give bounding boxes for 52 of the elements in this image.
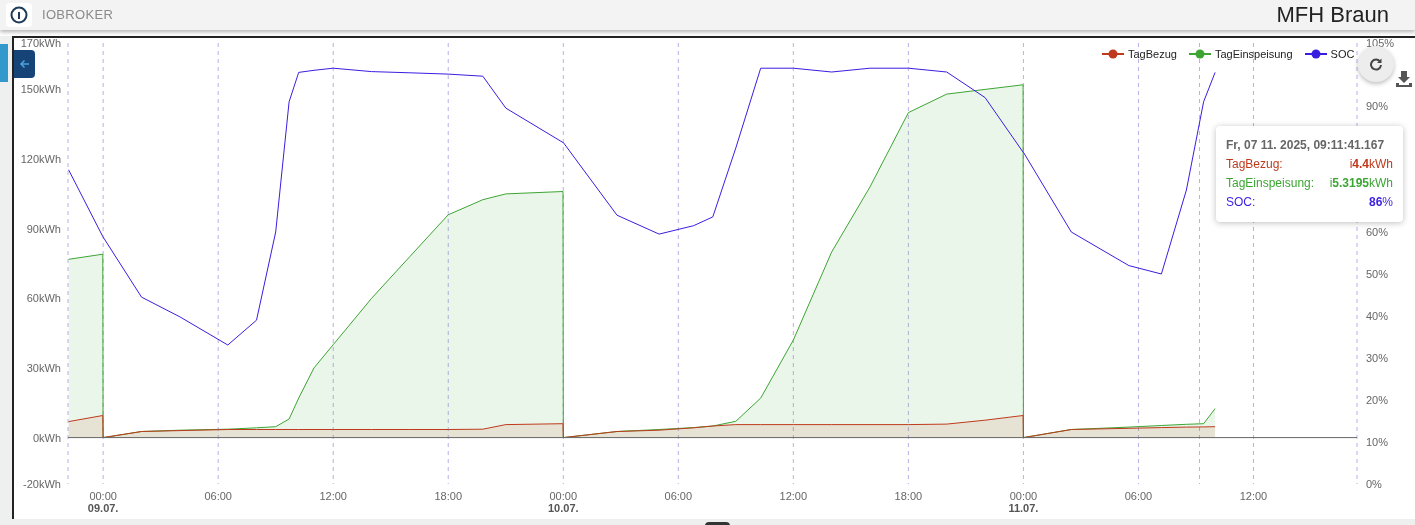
axis-label: 90%: [1366, 100, 1389, 112]
download-icon[interactable]: [1395, 70, 1413, 88]
axis-label: 40%: [1366, 310, 1389, 322]
tooltip-label: TagEinspeisung:: [1226, 175, 1315, 192]
refresh-button[interactable]: [1358, 46, 1394, 82]
axis-label: 00:00: [1009, 490, 1038, 502]
legend-item[interactable]: TagEinspeisung: [1188, 46, 1293, 63]
axis-label: 12:00: [1239, 490, 1268, 502]
brand-name: IOBROKER: [42, 6, 114, 25]
axis-label: 06:00: [664, 490, 693, 502]
tooltip-time: Fr, 07 11. 2025, 09:11:41.167: [1226, 137, 1386, 154]
axis-label: -20kWh: [23, 478, 61, 490]
tooltip-label: SOC:: [1226, 194, 1256, 211]
axis-label: 12:00: [779, 490, 808, 502]
tooltip-value: i4.4kWh: [1349, 156, 1393, 173]
logo-icon: [6, 3, 32, 27]
axis-label: 30%: [1366, 352, 1389, 364]
page-title: MFH Braun: [1276, 4, 1390, 26]
axis-label: 06:00: [204, 490, 232, 502]
legend-marker-icon: [1304, 49, 1327, 60]
axis-label: 150kWh: [20, 83, 61, 96]
axis-label: 18:00: [894, 490, 923, 502]
axis-label: 30kWh: [26, 361, 61, 374]
legend-marker-icon: [1102, 49, 1124, 60]
legend-item[interactable]: SOC: [1304, 46, 1355, 63]
arrow-left-icon: [18, 58, 31, 70]
axis-label: 00:00: [89, 490, 117, 502]
legend-item[interactable]: TagBezug: [1102, 46, 1177, 63]
tooltip-value: i5.3195kWh: [1329, 175, 1393, 192]
axis-label: 50%: [1366, 268, 1389, 280]
axis-label: 90kWh: [26, 222, 61, 235]
axis-label: 120kWh: [20, 153, 61, 166]
date-label: 09.07.: [87, 502, 119, 514]
axis-label: 0kWh: [32, 431, 61, 444]
axis-label: 20%: [1366, 394, 1389, 406]
axis-label: 06:00: [1124, 490, 1153, 502]
axis-label: 105%: [1366, 38, 1395, 49]
axis-label: 18:00: [434, 490, 462, 502]
axis-label: 60kWh: [26, 292, 61, 305]
back-button[interactable]: [14, 50, 35, 78]
axis-label: 10%: [1366, 436, 1389, 448]
axis-label: 12:00: [319, 490, 347, 502]
tooltip-label: TagBezug:: [1226, 156, 1283, 173]
date-label: 10.07.: [548, 502, 579, 514]
axis-label: 170kWh: [20, 38, 61, 49]
refresh-icon: [1369, 57, 1383, 71]
axis-label: 60%: [1366, 226, 1389, 238]
tooltip-value: 86%: [1368, 194, 1393, 211]
axis-label: 0%: [1366, 478, 1382, 490]
axis-label: 00:00: [549, 490, 578, 502]
date-label: 11.07.: [1008, 502, 1039, 514]
legend-marker-icon: [1188, 49, 1211, 60]
